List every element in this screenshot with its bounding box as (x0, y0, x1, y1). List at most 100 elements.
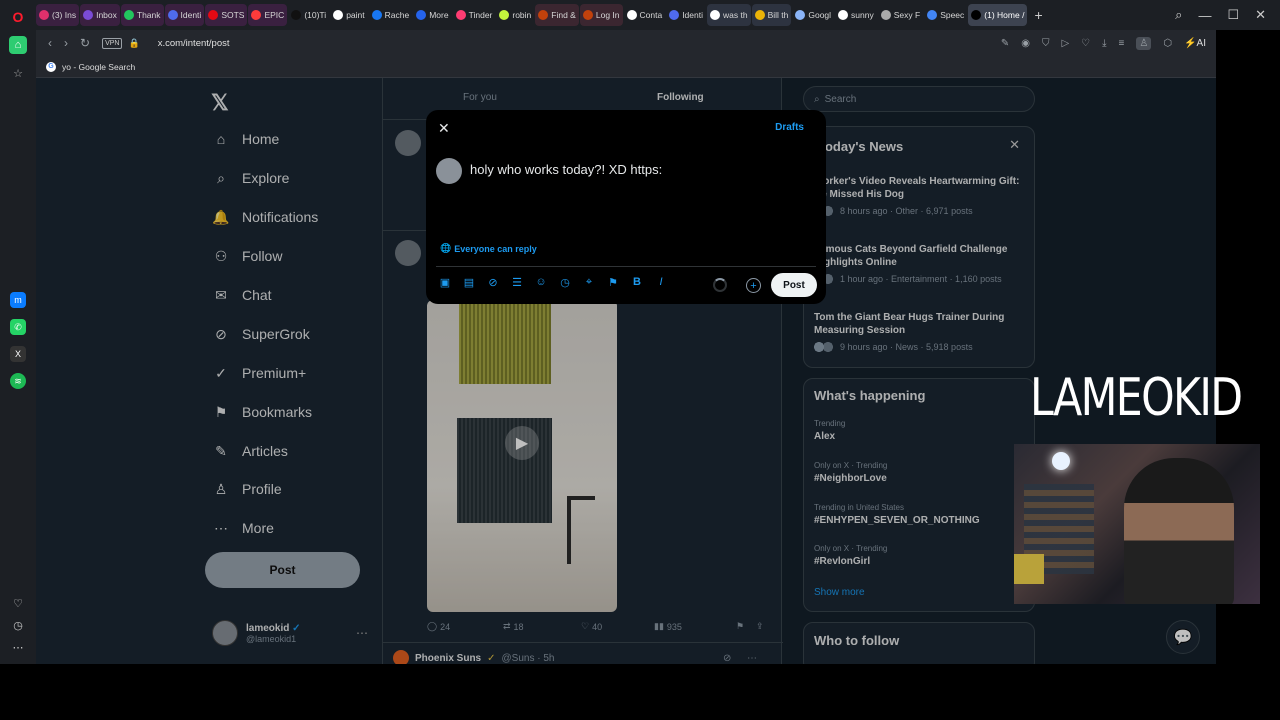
tab-label: paint (346, 10, 365, 20)
browser-tab[interactable]: Googl (792, 4, 834, 26)
browser-tab[interactable]: Sexy F (878, 4, 923, 26)
address-bar-tools: ✎ ◉ ⛉ ▷ ♡ ⤓ ≡ ♙ ⬡ ⚡AI (1001, 30, 1206, 56)
drafts-button[interactable]: Drafts (775, 122, 804, 133)
profile-icon[interactable]: ♙ (1136, 36, 1152, 50)
browser-tab[interactable]: Rache (369, 4, 413, 26)
compose-textarea[interactable]: holy who works today?! XD https: (470, 162, 662, 177)
forward-icon[interactable]: › (64, 36, 68, 50)
browser-tab[interactable]: SOTS (205, 4, 248, 26)
spotify-icon[interactable]: ≋ (10, 373, 26, 389)
tab-favicon-icon (333, 10, 344, 20)
address-bar: ‹ › ↻ VPN 🔒 x.com/intent/post ✎ ◉ ⛉ ▷ ♡ … (36, 30, 1216, 56)
browser-tab[interactable]: EPIC (248, 4, 288, 26)
browser-tab[interactable]: Find & (535, 4, 579, 26)
browser-tab[interactable]: robin (496, 4, 534, 26)
tab-label: Speec (940, 10, 965, 20)
bookmarks-bar: G yo - Google Search (36, 56, 1216, 78)
browser-tab[interactable]: Tinder (453, 4, 496, 26)
shield-icon[interactable]: ⛉ (1042, 38, 1050, 49)
browser-tab[interactable]: Log In (579, 4, 623, 26)
browser-tab[interactable]: Identi (666, 4, 706, 26)
extensions-icon[interactable]: ⬡ (1163, 38, 1172, 49)
bookmark-item[interactable]: yo - Google Search (62, 62, 135, 72)
tab-favicon-icon (455, 10, 466, 20)
browser-tab[interactable]: (1) Home / (968, 4, 1028, 26)
browser-tab[interactable]: (10)Ti (288, 4, 329, 26)
tab-favicon-icon (669, 10, 680, 20)
compose-modal: ✕ Drafts holy who works today?! XD https… (426, 110, 826, 304)
tab-favicon-icon (709, 10, 720, 20)
tab-favicon-icon (626, 10, 637, 20)
browser-tab[interactable]: sunny (835, 4, 877, 26)
pinboard-icon[interactable]: ☆ (9, 64, 27, 82)
tab-label: Sexy F (893, 10, 921, 20)
opera-logo-icon[interactable]: O (9, 8, 27, 26)
browser-tab[interactable]: Bill th (751, 4, 792, 26)
tab-favicon-icon (208, 10, 219, 20)
browser-tab[interactable]: Speec (924, 4, 967, 26)
tab-label: SOTS (221, 10, 245, 20)
reload-icon[interactable]: ↻ (80, 36, 90, 50)
browser-tab[interactable]: Identi (164, 4, 205, 26)
emoji-icon[interactable]: ☺ (534, 276, 548, 289)
close-icon[interactable]: ✕ (438, 120, 450, 137)
browser-tab[interactable]: More (413, 4, 451, 26)
compose-post-button[interactable]: Post (771, 273, 817, 297)
browser-tab[interactable]: Thank (120, 4, 164, 26)
media-icon[interactable]: ▣ (438, 276, 452, 289)
italic-icon[interactable]: I (654, 276, 668, 289)
search-tabs-icon[interactable]: ⌕ (1175, 7, 1182, 23)
minimize-button[interactable]: — (1198, 8, 1211, 23)
tab-favicon-icon (416, 10, 427, 20)
new-tab-button[interactable]: + (1034, 7, 1042, 23)
location-icon[interactable]: ⌖ (582, 276, 596, 289)
gif-icon[interactable]: ▤ (462, 276, 476, 289)
schedule-icon[interactable]: ◷ (558, 276, 572, 289)
tab-label: Thank (136, 10, 161, 20)
url-field[interactable]: x.com/intent/post (158, 38, 230, 49)
tab-label: EPIC (264, 10, 285, 20)
tab-label: Inbox (96, 10, 117, 20)
heart-icon[interactable]: ♡ (9, 594, 27, 612)
home-icon[interactable]: ⌂ (9, 36, 27, 54)
camera-icon[interactable]: ◉ (1021, 38, 1030, 49)
tab-label: Conta (639, 10, 663, 20)
edit-icon[interactable]: ✎ (1001, 38, 1009, 49)
whatsapp-icon[interactable]: ✆ (10, 319, 26, 335)
poll-icon[interactable]: ☰ (510, 276, 524, 289)
add-post-icon[interactable]: + (746, 278, 761, 293)
lock-icon: 🔒 (128, 37, 140, 48)
tab-favicon-icon (971, 10, 982, 20)
bold-icon[interactable]: B (630, 276, 644, 289)
browser-tab[interactable]: (3) Ins (36, 4, 80, 26)
tab-label: Googl (808, 10, 832, 20)
bookmark-heart-icon[interactable]: ♡ (1081, 38, 1090, 49)
more-icon[interactable]: ⋯ (9, 638, 27, 656)
messenger-icon[interactable]: m (10, 292, 26, 308)
menu-icon[interactable]: ≡ (1119, 38, 1125, 49)
aria-ai-button[interactable]: ⚡AI (1184, 38, 1206, 49)
download-icon[interactable]: ⤓ (1102, 38, 1106, 49)
tab-favicon-icon (251, 10, 262, 20)
maximize-button[interactable]: ☐ (1227, 7, 1239, 23)
browser-tab[interactable]: Inbox (80, 4, 120, 26)
close-window-button[interactable]: ✕ (1255, 7, 1266, 23)
flag-icon[interactable]: ⚑ (606, 276, 620, 289)
grok-icon[interactable]: ⊘ (486, 276, 500, 289)
play-icon[interactable]: ▷ (1061, 38, 1069, 49)
browser-tab[interactable]: Conta (624, 4, 666, 26)
browser-tab[interactable]: was th (706, 4, 751, 26)
reply-setting-button[interactable]: 🌐 Everyone can reply (440, 243, 537, 254)
x-app-icon[interactable]: X (10, 346, 26, 362)
tab-favicon-icon (880, 10, 891, 20)
tab-favicon-icon (582, 10, 593, 20)
tab-favicon-icon (123, 10, 134, 20)
history-icon[interactable]: ◷ (9, 616, 27, 634)
back-icon[interactable]: ‹ (48, 36, 52, 50)
tab-label: Rache (384, 10, 410, 20)
tab-favicon-icon (371, 10, 382, 20)
browser-tab[interactable]: paint (330, 4, 367, 26)
tab-label: More (429, 10, 449, 20)
tab-favicon-icon (39, 10, 49, 20)
vpn-badge[interactable]: VPN (102, 37, 123, 49)
